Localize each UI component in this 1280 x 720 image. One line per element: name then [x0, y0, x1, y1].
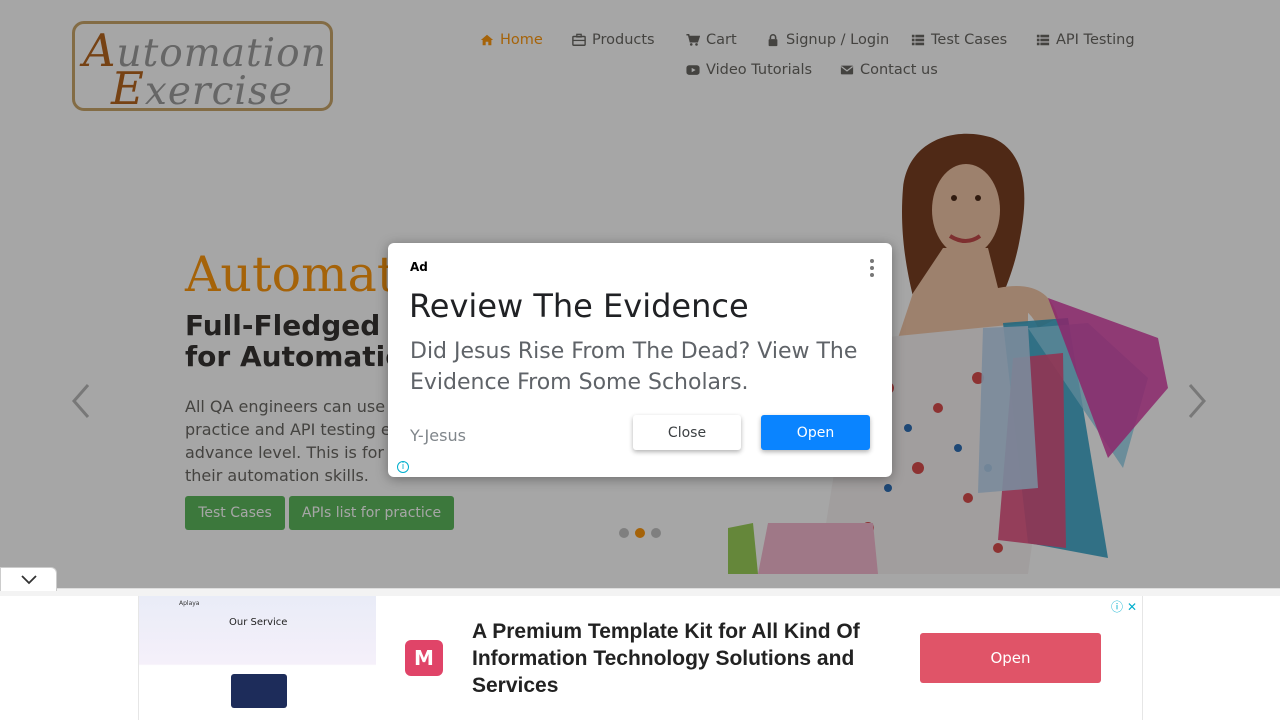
ad-title[interactable]: Review The Evidence [409, 287, 749, 325]
ad-open-button[interactable]: Open [761, 415, 870, 450]
banner-open-button[interactable]: Open [920, 633, 1101, 683]
thumb-header: Aplaya [179, 600, 200, 607]
banner-divider [0, 588, 1280, 596]
more-options-icon[interactable] [868, 259, 876, 277]
thumb-card [231, 674, 287, 708]
banner-ad[interactable]: Aplaya Our Service M A Premium Template … [138, 596, 1143, 720]
interstitial-ad-dialog: Ad Review The Evidence Did Jesus Rise Fr… [388, 243, 892, 477]
chevron-down-icon [20, 574, 37, 584]
ad-body[interactable]: Did Jesus Rise From The Dead? View The E… [410, 336, 880, 398]
banner-headline[interactable]: A Premium Template Kit for All Kind Of I… [472, 618, 892, 699]
banner-thumbnail: Aplaya Our Service [139, 596, 376, 720]
ad-info-icon[interactable]: i [397, 461, 409, 473]
thumb-title: Our Service [229, 617, 288, 628]
ad-source: Y-Jesus [410, 426, 466, 445]
banner-adchoices: ⓘ ✕ [1111, 598, 1137, 615]
adchoices-info-icon[interactable]: ⓘ [1111, 598, 1123, 615]
close-icon[interactable]: ✕ [1127, 600, 1137, 614]
ad-label: Ad [410, 260, 428, 274]
banner-collapse-toggle[interactable] [0, 567, 57, 591]
ad-close-button[interactable]: Close [633, 415, 741, 450]
banner-brand-logo: M [405, 640, 443, 676]
